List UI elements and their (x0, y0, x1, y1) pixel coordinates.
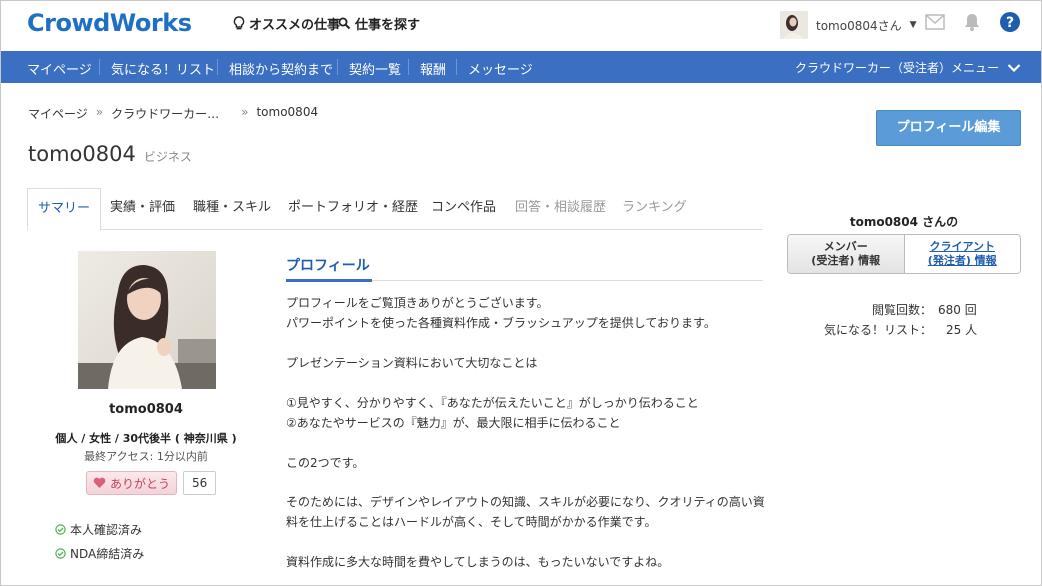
worker-menu[interactable]: クラウドワーカー（受注者）メニュー (795, 59, 1021, 76)
breadcrumb-mypage[interactable]: マイページ (28, 105, 88, 122)
thanks-label: ありがとう (110, 476, 171, 491)
side-title: tomo0804 さんの (849, 215, 959, 229)
thanks-button[interactable]: ありがとう (86, 471, 178, 495)
profile-text-line: パワーポイントを使った各種資料作成・ブラッシュアップを提供しております。 (286, 316, 716, 330)
tab-answers[interactable]: 回答・相談履歴 (505, 188, 616, 230)
profile-photo (78, 251, 216, 389)
bell-icon[interactable] (962, 12, 982, 35)
crowdworks-logo[interactable]: CrowdWorks (27, 9, 192, 37)
member-info-tab[interactable]: メンバー (受注者) 情報 (788, 235, 905, 273)
client-info-label-1: クライアント (929, 240, 996, 253)
tab-portfolio[interactable]: ポートフォリオ・経歴 (278, 188, 428, 230)
chevron-down-icon: ▼ (909, 20, 917, 30)
thanks-count: 56 (183, 471, 217, 495)
mail-icon[interactable] (925, 14, 945, 33)
last-access: 最終アクセス: 1分以内前 (84, 450, 208, 463)
nav-divider (408, 59, 409, 75)
main-nav: マイページ 気になる！リスト 相談から契約まで 契約一覧 報酬 メッセージ クラ… (1, 51, 1041, 83)
identity-verified-label: 本人確認済み (70, 523, 143, 537)
nda-signed: NDA締結済み (55, 545, 144, 562)
check-circle-icon (55, 524, 66, 535)
search-jobs-link[interactable]: 仕事を探す (338, 14, 420, 33)
tab-results[interactable]: 実績・評価 (100, 188, 185, 230)
svg-text:?: ? (1006, 15, 1014, 31)
tab-competitions[interactable]: コンペ作品 (421, 188, 506, 230)
edit-profile-button[interactable]: プロフィール編集 (876, 110, 1021, 146)
identity-verified: 本人確認済み (55, 521, 142, 538)
nav-item-consult[interactable]: 相談から契約まで (229, 59, 333, 78)
favorite-count-label: 気になる！リスト： (824, 323, 933, 337)
nav-divider (217, 59, 218, 75)
breadcrumb: マイページ » クラウドワーカー… » tomo0804 (28, 105, 318, 122)
tab-ranking[interactable]: ランキング (612, 188, 697, 230)
top-header: CrowdWorks オススメの仕事 仕事を探す tomo0804さん ▼ ? (1, 1, 1041, 51)
profile-text-line: プロフィールをご覧頂きありがとうございます。 (286, 296, 549, 310)
nav-item-messages[interactable]: メッセージ (468, 59, 533, 78)
member-info-label-2: (受注者) 情報 (811, 254, 881, 267)
thanks-widget: ありがとう 56 (86, 471, 217, 495)
chevron-down-icon (1007, 63, 1021, 72)
profile-name: tomo0804 (109, 402, 183, 417)
nda-signed-label: NDA締結済み (70, 547, 145, 561)
view-count-label: 閲覧回数： (872, 303, 933, 317)
nav-item-contracts[interactable]: 契約一覧 (349, 59, 401, 78)
check-circle-icon (55, 548, 66, 559)
section-title-underline (286, 279, 372, 282)
profile-text-line: この2つです。 (286, 456, 365, 470)
user-menu[interactable]: tomo0804さん ▼ (780, 11, 917, 39)
profile-text-line: ①見やすく、分かりやすく、『あなたが伝えたいこと』がしっかり伝わること (286, 396, 699, 410)
view-count: 閲覧回数： 680 回 (872, 301, 977, 318)
profile-username: tomo0804 (28, 142, 136, 166)
profile-text-line: ②あなたやサービスの『魅力』が、最大限に相手に伝わること (286, 416, 621, 430)
favorite-count: 気になる！リスト： 25 人 (824, 321, 977, 338)
nav-item-rewards[interactable]: 報酬 (420, 59, 446, 78)
profile-attributes: 個人 / 女性 / 30代後半 ( 神奈川県 ) (55, 432, 237, 445)
profile-text-line: 資料作成に多大な時間を費やしてしまうのは、もったいないですよね。 (286, 555, 670, 569)
page-frame: CrowdWorks オススメの仕事 仕事を探す tomo0804さん ▼ ? … (0, 0, 1042, 586)
profile-category: ビジネス (143, 150, 192, 164)
username: tomo0804さん (816, 18, 902, 33)
client-info-tab[interactable]: クライアント (発注者) 情報 (904, 235, 1020, 273)
tab-skills[interactable]: 職種・スキル (183, 188, 281, 230)
favorite-count-value: 25 人 (946, 323, 978, 337)
search-icon (338, 17, 351, 30)
breadcrumb-separator: » (95, 105, 104, 119)
nav-divider (456, 59, 457, 75)
tab-summary[interactable]: サマリー (27, 188, 102, 231)
profile-text-line: 料を仕上げることはハードルが高く、そして時間がかかる作業です。 (286, 515, 657, 529)
help-icon[interactable]: ? (999, 11, 1021, 36)
role-switch: メンバー (受注者) 情報 クライアント (発注者) 情報 (787, 234, 1021, 274)
nav-divider (99, 59, 100, 75)
heart-icon (93, 477, 106, 488)
search-jobs-label: 仕事を探す (355, 18, 421, 33)
worker-menu-label: クラウドワーカー（受注者）メニュー (794, 61, 999, 75)
page-title: tomo0804 ビジネス (28, 142, 192, 166)
view-count-value: 680 回 (938, 303, 977, 317)
breadcrumb-separator: » (241, 105, 249, 119)
client-info-label-2: (発注者) 情報 (927, 254, 997, 267)
profile-text-line: プレゼンテーション資料において大切なことは (286, 356, 538, 370)
nav-divider (337, 59, 338, 75)
profile-tabs: サマリー 実績・評価 職種・スキル ポートフォリオ・経歴 コンペ作品 回答・相談… (27, 188, 763, 231)
profile-text-line: そのためには、デザインやレイアウトの知識、スキルが必要になり、クオリティの高い資 (286, 495, 765, 509)
breadcrumb-worker[interactable]: クラウドワーカー… (111, 105, 219, 122)
member-info-label-1: メンバー (823, 240, 868, 253)
recommended-jobs-link[interactable]: オススメの仕事 (233, 14, 340, 33)
nav-item-favorites[interactable]: 気になる！リスト (111, 59, 215, 78)
recommended-jobs-label: オススメの仕事 (249, 18, 341, 33)
nav-item-mypage[interactable]: マイページ (27, 59, 92, 78)
profile-section-title: プロフィール (286, 258, 370, 274)
breadcrumb-current: tomo0804 (256, 105, 319, 119)
lightbulb-icon (233, 16, 245, 30)
avatar (780, 11, 808, 39)
